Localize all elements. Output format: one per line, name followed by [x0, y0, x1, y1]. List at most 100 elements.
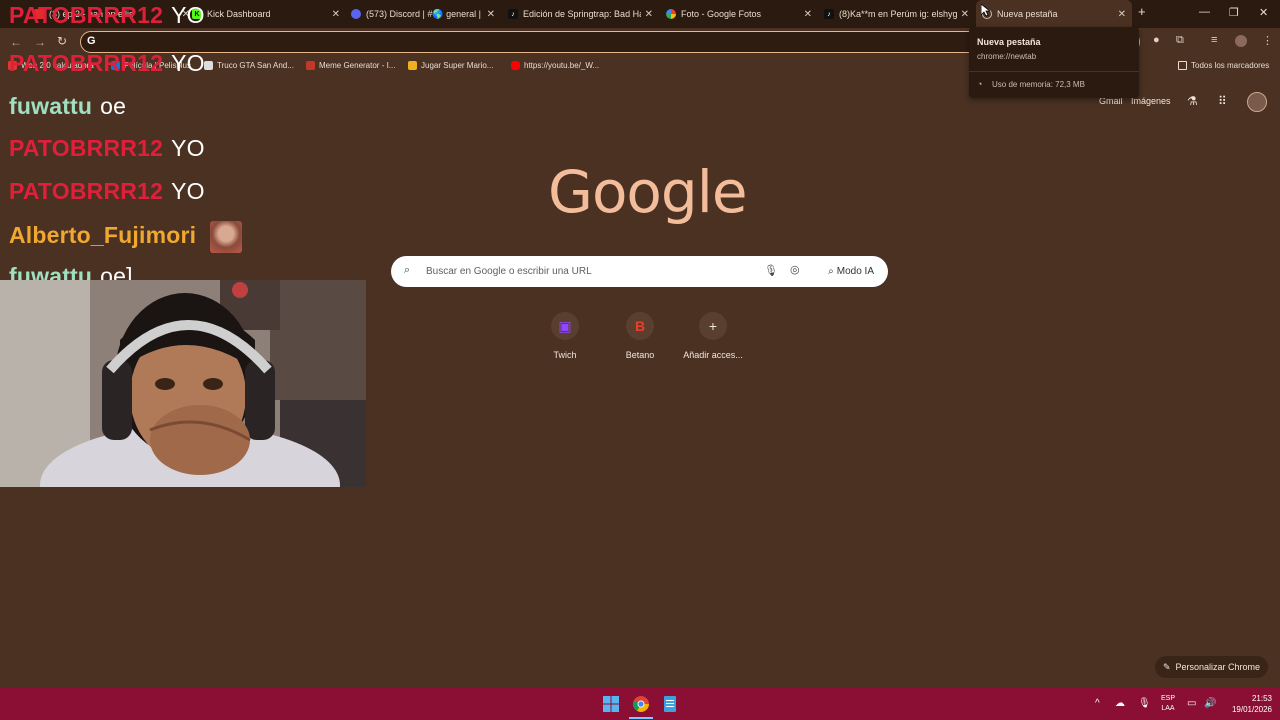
ai-mode-button[interactable]: ⌕ Modo IA — [822, 262, 880, 281]
new-tab-button[interactable]: + — [1138, 4, 1146, 19]
language-code: ESP — [1160, 695, 1175, 702]
tab-4[interactable]: ♪ Edición de Springtrap: Bad Hap ✕ — [508, 2, 653, 26]
clock[interactable]: 21:53 19/01/2026 — [1226, 693, 1272, 715]
divider — [969, 71, 1139, 72]
chat-username: fuwattu — [9, 263, 93, 280]
google-lens-icon[interactable]: ◎ — [790, 263, 800, 276]
close-tab-icon[interactable]: ✕ — [645, 9, 653, 20]
tab-active-new-tab[interactable]: Nueva pestaña ✕ — [976, 0, 1132, 28]
chevron-up-icon[interactable]: ^ — [1095, 698, 1100, 709]
close-tab-icon[interactable]: ✕ — [487, 9, 495, 20]
account-avatar[interactable] — [1247, 92, 1267, 112]
chat-message: PATOBRRR12 YO — [9, 50, 205, 77]
close-window-icon[interactable]: ✕ — [1259, 6, 1268, 19]
network-tray-icon[interactable]: ☁ — [1115, 698, 1125, 709]
profile-avatar[interactable] — [1235, 35, 1247, 47]
extension-icon[interactable]: ● — [1153, 34, 1160, 46]
bookmark-item[interactable]: Jugar Super Mario... — [408, 61, 493, 70]
shortcut-label: Twich — [553, 350, 577, 360]
tab-title: Edición de Springtrap: Bad Hap — [523, 9, 641, 19]
windows-start-icon[interactable] — [603, 696, 619, 712]
search-input[interactable]: Buscar en Google o escribir una URL — [426, 266, 592, 277]
extensions-puzzle-icon[interactable]: ⧉ — [1176, 34, 1184, 47]
close-tab-icon[interactable]: ✕ — [804, 9, 812, 20]
google-photos-icon — [666, 9, 676, 19]
back-icon[interactable]: ← — [10, 35, 22, 49]
windows-taskbar: ^ ☁ 🎙 ESP LAA ▭ 🔊 21:53 19/01/2026 — [0, 688, 1280, 720]
microphone-icon[interactable]: 🎙 — [764, 264, 778, 277]
display-tray-icon[interactable]: ▭ — [1187, 698, 1196, 709]
volume-icon[interactable]: 🔊 — [1204, 698, 1216, 709]
forward-icon[interactable]: → — [34, 35, 46, 49]
chat-text: oe — [100, 93, 127, 119]
shortcut-label: Añadir acces... — [683, 350, 743, 360]
bookmark-item[interactable]: Truco GTA San And... — [204, 61, 294, 70]
bookmark-label: Jugar Super Mario... — [421, 61, 494, 70]
shortcut-label: Betano — [625, 350, 655, 360]
labs-flask-icon[interactable]: ⚗ — [1187, 94, 1198, 108]
hovercard-url: chrome://newtab — [977, 52, 1037, 61]
clock-time: 21:53 — [1251, 694, 1272, 703]
bookmark-label: Truco GTA San And... — [217, 61, 294, 70]
notepad-icon[interactable] — [664, 696, 676, 712]
chat-message: fuwattu oe — [9, 93, 126, 120]
chat-text: YO — [171, 178, 205, 204]
minimize-icon[interactable]: — — [1199, 6, 1210, 18]
language-indicator[interactable]: ESP LAA — [1158, 694, 1178, 714]
ai-mode-label: Modo IA — [836, 266, 874, 277]
tab-3[interactable]: (573) Discord | #🌎 general | ✕ — [351, 2, 495, 26]
tab-2[interactable]: K Kick Dashboard ✕ — [192, 2, 340, 26]
tab-5[interactable]: Foto - Google Fotos ✕ — [666, 2, 812, 26]
close-tab-icon[interactable]: ✕ — [332, 9, 340, 20]
tab-hover-card: Nueva pestaña chrome://newtab ◔ Uso de m… — [969, 27, 1139, 98]
bookmark-favicon-icon — [306, 61, 315, 70]
reload-icon[interactable]: ↻ — [57, 34, 67, 48]
customize-label: Personalizar Chrome — [1175, 662, 1261, 672]
search-box[interactable]: ⌕ Buscar en Google o escribir una URL 🎙 … — [391, 256, 888, 287]
tab-title: (8)Ka**m en Perúm ig: elshygan — [839, 9, 957, 19]
keyboard-layout: LAA — [1161, 705, 1175, 712]
mouse-cursor-icon — [981, 4, 990, 17]
chat-message: fuwattu oe] — [9, 263, 133, 280]
clock-date: 19/01/2026 — [1231, 705, 1272, 714]
tab-title: (573) Discord | #🌎 general | — [366, 8, 481, 19]
chat-text: YO — [171, 50, 205, 76]
webcam-overlay — [0, 280, 366, 487]
chat-username: Alberto_Fujimori — [9, 222, 197, 249]
apps-grid-icon[interactable]: ⠿ — [1218, 94, 1227, 108]
media-control-icon[interactable]: ≡ — [1211, 34, 1217, 46]
plus-icon: + — [699, 312, 727, 340]
chrome-icon[interactable] — [633, 696, 649, 712]
folder-icon — [1178, 61, 1187, 70]
betano-icon: B — [626, 312, 654, 340]
bookmark-item[interactable]: Meme Generator - I... — [306, 61, 395, 70]
bookmark-item[interactable]: https://youtu.be/_W... — [511, 61, 599, 70]
tab-6[interactable]: ♪ (8)Ka**m en Perúm ig: elshygan ✕ — [824, 2, 969, 26]
chat-username: PATOBRRR12 — [9, 2, 164, 28]
menu-kebab-icon[interactable]: ⋮ — [1262, 34, 1273, 47]
bookmark-favicon-icon — [408, 61, 417, 70]
tab-title: Nueva pestaña — [997, 9, 1058, 19]
memory-icon: ◔ — [977, 79, 983, 89]
chat-username: PATOBRRR12 — [9, 50, 164, 76]
active-app-indicator — [629, 717, 653, 719]
chat-message: PATOBRRR12 YO — [9, 135, 205, 162]
all-bookmarks-folder[interactable]: Todos los marcadores — [1178, 61, 1269, 70]
chat-message: PATOBRRR12 YO — [9, 178, 205, 205]
ai-search-icon: ⌕ — [828, 266, 834, 277]
customize-chrome-button[interactable]: ✎ Personalizar Chrome — [1155, 656, 1268, 678]
chat-message: PATOBRRR12 YO — [9, 2, 205, 29]
twitch-icon: ▣ — [551, 312, 579, 340]
shortcut-twich[interactable]: ▣ Twich — [525, 312, 605, 360]
all-bookmarks-label: Todos los marcadores — [1191, 61, 1270, 70]
microphone-tray-icon[interactable]: 🎙 — [1138, 698, 1151, 709]
close-tab-icon[interactable]: ✕ — [961, 9, 969, 20]
add-shortcut-button[interactable]: + Añadir acces... — [673, 312, 753, 360]
restore-icon[interactable]: ❐ — [1229, 6, 1239, 19]
shortcut-betano[interactable]: B Betano — [600, 312, 680, 360]
chat-text: oe] — [100, 263, 133, 280]
chat-username: PATOBRRR12 — [9, 135, 164, 161]
close-tab-icon[interactable]: ✕ — [1118, 9, 1126, 20]
youtube-icon — [511, 61, 520, 70]
bookmark-favicon-icon — [204, 61, 213, 70]
